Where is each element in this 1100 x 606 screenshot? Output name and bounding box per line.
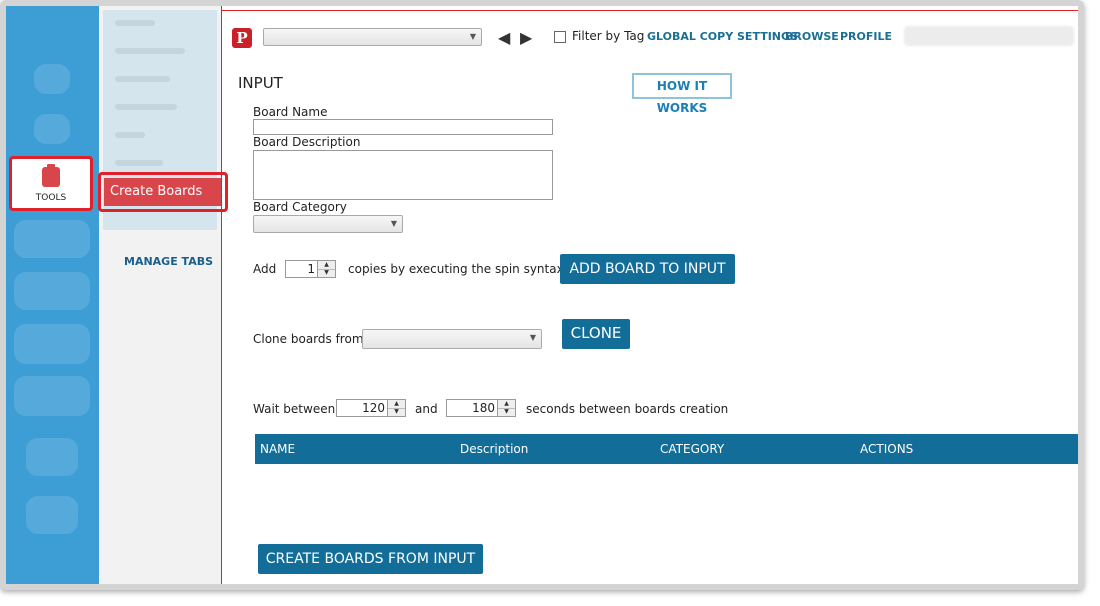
copies-stepper[interactable]: 1 ▲ ▼ [285, 260, 336, 278]
filter-by-tag-label: Filter by Tag [572, 29, 645, 43]
add-board-to-input-button[interactable]: ADD BOARD TO INPUT [560, 254, 735, 284]
subnav-blurred-item[interactable] [115, 48, 185, 54]
chevron-down-icon: ▼ [469, 32, 476, 41]
sidebar-blurred-item[interactable] [34, 114, 70, 144]
app-window-frame: TOOLS Create Boards MANAGE TABS P ▼ ◀ ▶ … [0, 0, 1084, 590]
chevron-down-icon: ▼ [390, 219, 397, 228]
tools-subnav: Create Boards MANAGE TABS [98, 6, 228, 584]
copies-text: copies by executing the spin syntax [348, 262, 564, 276]
subnav-blurred-item[interactable] [115, 160, 163, 166]
wait-max-value: 180 [472, 401, 495, 415]
sidebar-blurred-item[interactable] [14, 220, 90, 258]
add-label: Add [253, 262, 277, 276]
sidebar-blurred-item[interactable] [14, 324, 90, 364]
column-header-description[interactable]: Description [460, 442, 528, 456]
and-label: and [415, 402, 438, 416]
global-copy-settings-link[interactable]: GLOBAL COPY SETTINGS [647, 30, 798, 43]
pinterest-logo-icon: P [232, 28, 252, 48]
column-header-category[interactable]: CATEGORY [660, 442, 724, 456]
column-header-name[interactable]: NAME [260, 442, 295, 456]
sidebar-blurred-item[interactable] [26, 496, 78, 534]
main-content: P ▼ ◀ ▶ Filter by Tag GLOBAL COPY SETTIN… [221, 6, 1078, 584]
clipboard-icon [42, 164, 60, 187]
subnav-blurred-item[interactable] [115, 20, 155, 26]
board-description-textarea[interactable] [253, 150, 553, 200]
subnav-blurred-item[interactable] [115, 76, 170, 82]
sidebar-blurred-item[interactable] [14, 376, 90, 416]
filter-by-tag-checkbox[interactable] [554, 31, 566, 43]
app-window: TOOLS Create Boards MANAGE TABS P ▼ ◀ ▶ … [6, 6, 1078, 584]
stepper-down-icon[interactable]: ▼ [498, 408, 515, 416]
copies-value: 1 [307, 262, 315, 276]
board-category-select[interactable]: ▼ [253, 215, 403, 233]
wait-between-label: Wait between [253, 402, 336, 416]
stepper-down-icon[interactable]: ▼ [388, 408, 405, 416]
how-it-works-button[interactable]: HOW IT WORKS [632, 73, 732, 115]
arrow-right-icon[interactable]: ▶ [520, 28, 532, 47]
chevron-down-icon: ▼ [529, 333, 536, 342]
clone-boards-select[interactable]: ▼ [362, 329, 542, 349]
clone-button[interactable]: CLONE [562, 319, 630, 349]
create-boards-from-input-button[interactable]: CREATE BOARDS FROM INPUT [258, 544, 483, 574]
boards-table-header: NAME Description CATEGORY ACTIONS [255, 434, 1078, 464]
wait-min-value: 120 [362, 401, 385, 415]
wait-min-stepper[interactable]: 120 ▲ ▼ [336, 399, 406, 417]
arrow-left-icon[interactable]: ◀ [498, 28, 510, 47]
board-category-label: Board Category [253, 200, 347, 214]
sidebar-item-tools[interactable]: TOOLS [9, 156, 93, 211]
column-header-actions[interactable]: ACTIONS [860, 442, 913, 456]
account-select[interactable]: ▼ [263, 28, 482, 46]
stepper-down-icon[interactable]: ▼ [318, 269, 335, 277]
subnav-blurred-item[interactable] [115, 132, 145, 138]
sidebar-blurred-item[interactable] [26, 438, 78, 476]
sidebar-blurred-item[interactable] [14, 272, 90, 310]
create-boards-label: Create Boards [104, 178, 222, 206]
wait-suffix-label: seconds between boards creation [526, 402, 729, 416]
subnav-blurred-item[interactable] [115, 104, 177, 110]
sidebar-blurred-item[interactable] [34, 64, 70, 94]
divider [222, 10, 1078, 11]
clone-boards-label: Clone boards from [253, 332, 364, 346]
sidebar-item-label: TOOLS [35, 193, 67, 203]
wait-max-stepper[interactable]: 180 ▲ ▼ [446, 399, 516, 417]
section-title: INPUT [238, 74, 283, 92]
browse-link[interactable]: BROWSE [785, 30, 839, 43]
profile-link[interactable]: PROFILE [840, 30, 892, 43]
main-sidebar: TOOLS [6, 6, 99, 584]
manage-tabs-link[interactable]: MANAGE TABS [124, 255, 213, 268]
subnav-item-create-boards[interactable]: Create Boards [98, 172, 228, 212]
blurred-account-info [904, 26, 1074, 46]
board-name-label: Board Name [253, 105, 328, 119]
board-description-label: Board Description [253, 135, 361, 149]
board-name-input[interactable] [253, 119, 553, 135]
